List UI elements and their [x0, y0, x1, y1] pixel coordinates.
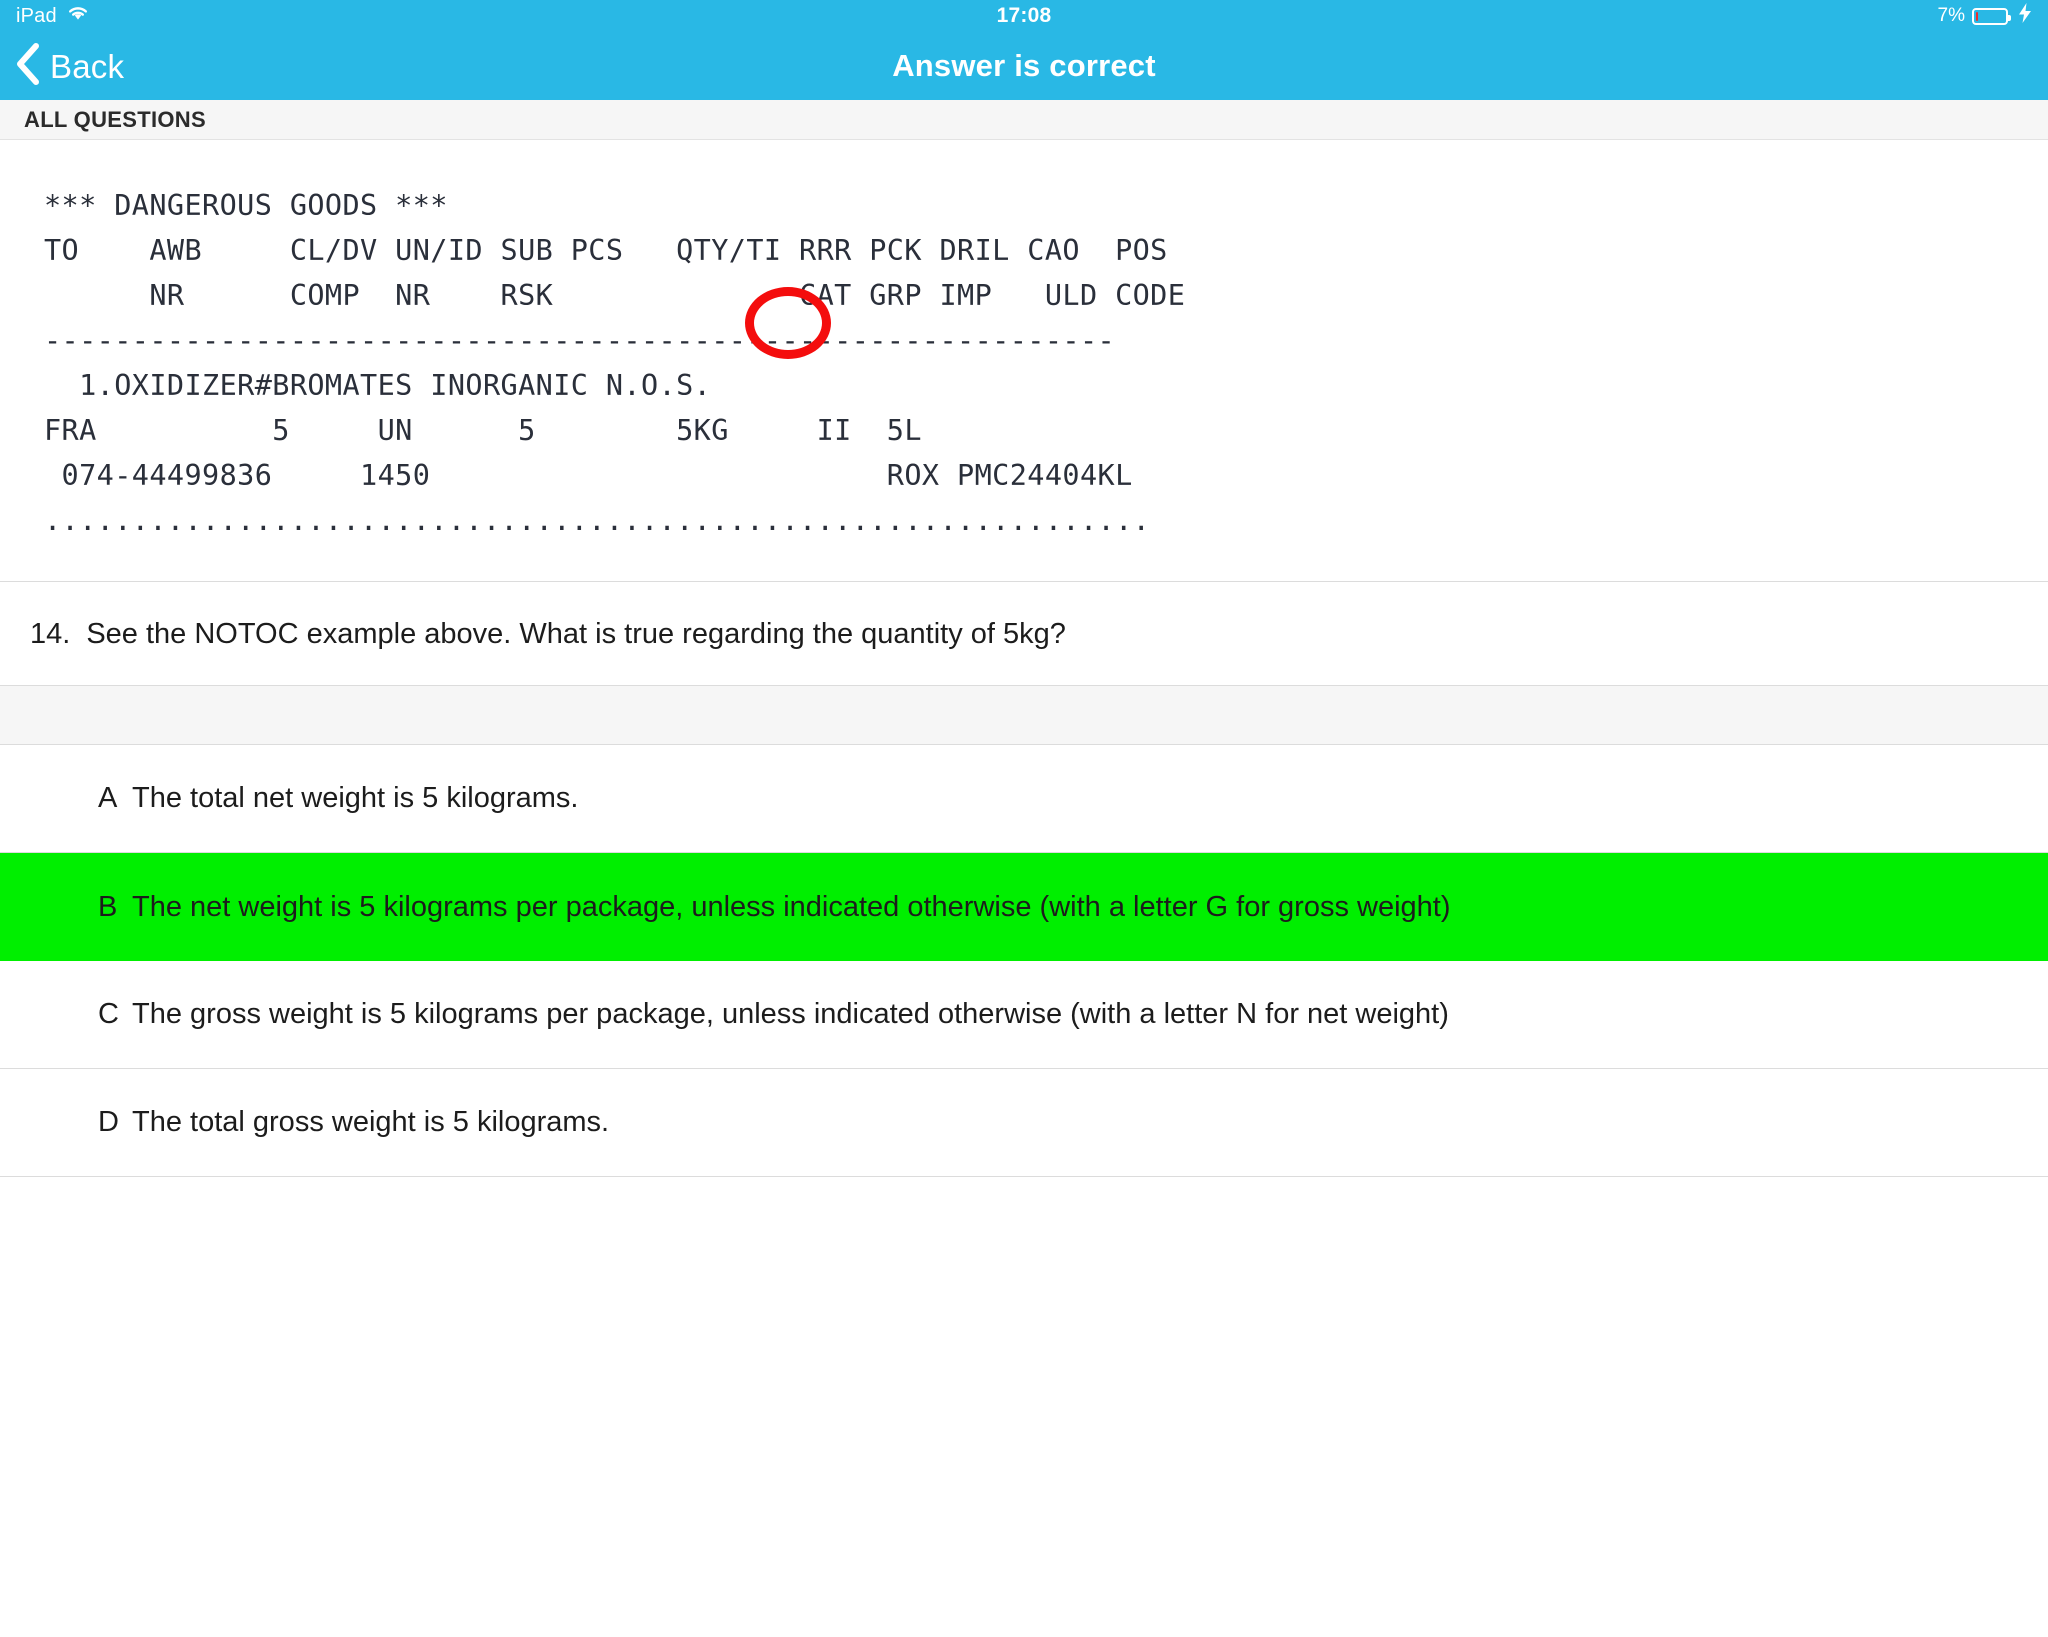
battery-fill [1976, 11, 1978, 21]
question-row: 14. See the NOTOC example above. What is… [0, 582, 2048, 686]
navigation-bar: Back Answer is correct [0, 32, 2048, 100]
status-bar-clock: 17:08 [996, 4, 1052, 27]
answer-option-a[interactable]: A The total net weight is 5 kilograms. [0, 745, 2048, 853]
answer-letter: D [98, 1106, 119, 1138]
question-text: See the NOTOC example above. What is tru… [86, 618, 1066, 650]
answer-letter: B [98, 890, 118, 923]
answer-text: The gross weight is 5 kilograms per pack… [132, 998, 1449, 1030]
page-filler [0, 1177, 2048, 1637]
answers-list: A The total net weight is 5 kilograms. B Th… [0, 745, 2048, 1177]
red-ellipse-annotation [745, 287, 831, 359]
status-bar-right: 7% [1938, 3, 2032, 29]
notoc-document: *** DANGEROUS GOODS *** TO AWB CL/DV UN/… [0, 140, 2048, 582]
carrier-label: iPad [16, 5, 57, 27]
wifi-icon [66, 4, 90, 28]
question-number: 14. [30, 618, 71, 650]
battery-percent-label: 7% [1937, 5, 1965, 26]
notoc-text: *** DANGEROUS GOODS *** TO AWB CL/DV UN/… [44, 188, 1186, 537]
lightning-bolt-icon [2018, 3, 2032, 29]
section-header-label: ALL QUESTIONS [24, 106, 206, 132]
answer-letter: A [98, 782, 118, 814]
status-bar-left: iPad [16, 4, 90, 28]
battery-icon [1972, 7, 2011, 25]
section-header-all-questions: ALL QUESTIONS [0, 100, 2048, 140]
answer-option-b[interactable]: B The net weight is 5 kilograms per packa… [0, 853, 2048, 961]
status-bar: iPad 17:08 7% [0, 0, 2048, 32]
answer-text: The net weight is 5 kilograms per packag… [132, 890, 1451, 923]
page-title: Answer is correct [892, 48, 1156, 83]
answer-text: The total net weight is 5 kilograms. [132, 782, 579, 814]
answer-option-c[interactable]: C The gross weight is 5 kilograms per pac… [0, 961, 2048, 1069]
answers-separator-band [0, 686, 2048, 745]
answer-option-d[interactable]: D The total gross weight is 5 kilograms. [0, 1069, 2048, 1177]
answer-text: The total gross weight is 5 kilograms. [132, 1106, 610, 1138]
answer-letter: C [98, 998, 119, 1030]
